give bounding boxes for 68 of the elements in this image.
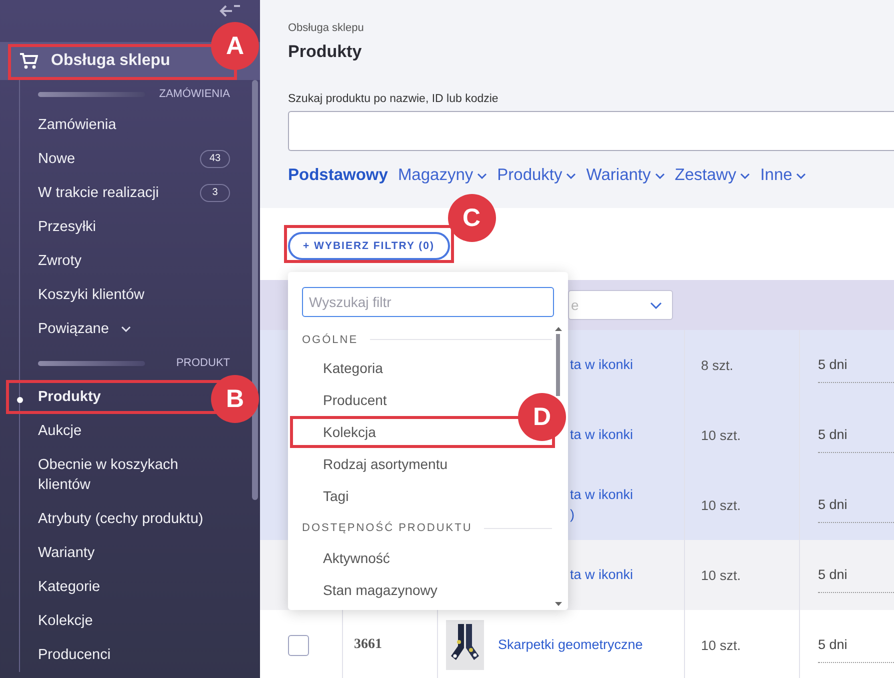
annotation-marker: D xyxy=(518,393,566,441)
tab[interactable]: Zestawy xyxy=(674,166,750,185)
product-link[interactable]: ta w ikonki xyxy=(570,355,634,375)
search-field[interactable] xyxy=(288,111,894,151)
table-cell[interactable]: 5 dni xyxy=(818,567,894,593)
count-badge: 43 xyxy=(200,150,230,168)
section-title: ZAMÓWIENIA xyxy=(159,88,230,100)
product-link[interactable]: ) xyxy=(570,505,634,525)
product-link[interactable]: Skarpetki geometryczne xyxy=(498,635,643,655)
arrow-up-icon xyxy=(554,327,562,331)
breadcrumb[interactable]: Obsługa sklepu xyxy=(288,22,894,34)
table-cell: 10 szt. xyxy=(701,428,741,442)
tab[interactable]: Inne xyxy=(760,166,806,185)
sidebar-item[interactable]: Produkty xyxy=(20,383,101,411)
filter-option[interactable]: Tagi xyxy=(302,480,353,512)
page-title: Produkty xyxy=(288,42,363,62)
tab[interactable]: Warianty xyxy=(586,166,665,185)
sidebar-item[interactable]: Nowe 43 xyxy=(20,142,230,176)
sidebar-item[interactable]: Obecnie w koszykach klientów xyxy=(20,448,230,502)
module-label: Obsługa sklepu xyxy=(51,52,170,70)
filter-option[interactable]: Aktywność xyxy=(302,542,394,574)
collapse-icon xyxy=(218,4,240,18)
annotation-marker: C xyxy=(448,194,496,242)
sidebar-item[interactable]: Koszyki klientów xyxy=(20,278,230,312)
sidebar-item[interactable]: Kategorie xyxy=(20,570,230,604)
sidebar-item[interactable]: Zwroty xyxy=(20,244,230,278)
table-cell[interactable]: 5 dni xyxy=(818,637,894,663)
filter-option[interactable]: Stan magazynowy xyxy=(302,574,442,606)
count-badge: 3 xyxy=(200,184,230,202)
checkbox[interactable] xyxy=(288,634,309,656)
table-cell: 10 szt. xyxy=(701,498,741,512)
sidebar-item[interactable]: Producenci xyxy=(20,638,230,672)
table-cell: 10 szt. xyxy=(701,568,741,582)
search-field[interactable]: Wyszukaj filtr xyxy=(302,287,554,317)
scrollbar[interactable] xyxy=(252,80,258,500)
sidebar-item[interactable]: Powiązane xyxy=(20,312,230,346)
section-title: PRODUKT xyxy=(176,357,230,369)
product-link[interactable]: ta w ikonki xyxy=(570,425,634,445)
chevron-down-icon xyxy=(650,302,662,308)
scrollbar[interactable] xyxy=(554,327,562,606)
table-cell: 10 szt. xyxy=(701,638,741,652)
cart-icon xyxy=(20,53,38,69)
table-cell[interactable]: 5 dni xyxy=(818,427,894,453)
annotation-marker: A xyxy=(211,22,259,70)
tab[interactable]: Magazyny xyxy=(398,166,488,185)
filter-option[interactable]: Kategoria xyxy=(302,352,387,384)
field-label: Szukaj produktu po nazwie, ID lub kodzie xyxy=(288,93,500,105)
table-cell: 8 szt. xyxy=(701,358,734,372)
annotation-marker: B xyxy=(211,375,259,423)
filter-option[interactable]: Kolekcja xyxy=(302,419,380,445)
sidebar-item[interactable]: Atrybuty (cechy produktu) xyxy=(20,502,230,536)
sidebar-item[interactable]: Warianty xyxy=(20,536,230,570)
product-link[interactable]: ta w ikonki xyxy=(570,565,634,585)
group-heading: DOSTĘPNOŚĆ PRODUKTU xyxy=(302,522,472,534)
table-cell[interactable]: 5 dni xyxy=(818,497,894,523)
group-heading: OGÓLNE xyxy=(302,334,358,346)
product-link[interactable]: ta w ikonki xyxy=(570,485,634,505)
tab[interactable]: Produkty xyxy=(497,166,576,185)
sidebar-item[interactable]: Przesyłki xyxy=(20,210,230,244)
table-cell: 3661 xyxy=(354,637,382,653)
bullet-icon xyxy=(17,397,23,403)
table-cell[interactable]: 5 dni xyxy=(818,357,894,383)
sidebar-item[interactable]: Zamówienia xyxy=(20,108,230,142)
sidebar-item[interactable]: W trakcie realizacji 3 xyxy=(20,176,230,210)
sidebar-item[interactable]: Kolekcje xyxy=(20,604,230,638)
tab[interactable]: Podstawowy xyxy=(288,166,388,185)
arrow-down-icon xyxy=(554,602,562,606)
filter-button[interactable]: + WYBIERZ FILTRY (0) xyxy=(288,232,450,260)
